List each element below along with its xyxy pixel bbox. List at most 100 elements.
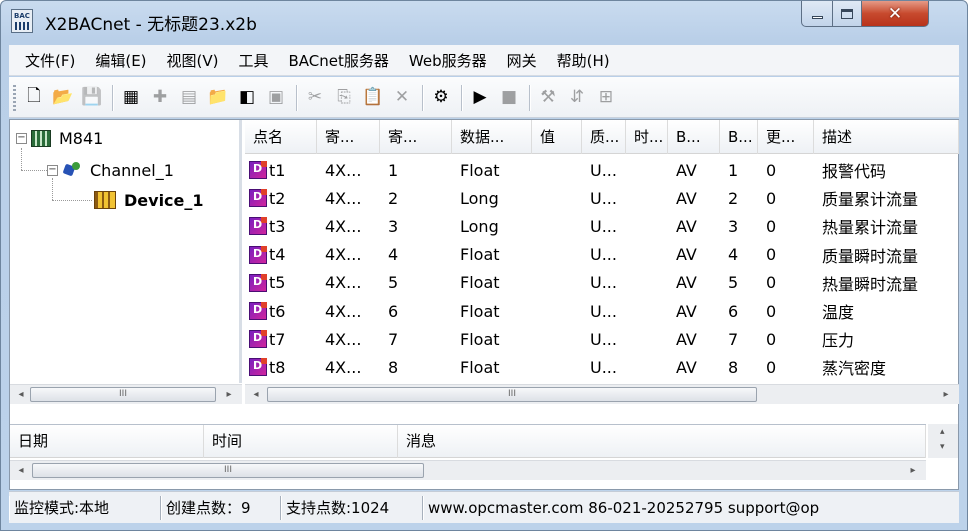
tree-horizontal-scrollbar[interactable]: ◂ III ▸ <box>10 384 242 404</box>
monitor-icon[interactable]: ⚙ <box>430 86 452 108</box>
scroll-right-icon[interactable]: ▸ <box>937 385 955 404</box>
scroll-thumb[interactable]: III <box>32 463 424 478</box>
add-device-icon[interactable]: ▦ <box>120 86 142 108</box>
open-folder-icon[interactable]: 📂 <box>52 86 74 108</box>
column-header[interactable]: 寄... <box>317 120 380 154</box>
toolbar: 🗋 📂 💾 ▦ ✚ ▤ 📁 ◧ ▣ ✂ ⎘ 📋 ✕ ⚙ ▶ ■ ⚒ ⇵ ⊞ <box>9 77 959 118</box>
run-icon[interactable]: ▶ <box>469 86 491 108</box>
menu-item[interactable]: 帮助(H) <box>547 50 620 71</box>
status-contact: www.opcmaster.com 86-021-20252795 suppor… <box>423 495 953 520</box>
log-vertical-scrollbar[interactable]: ▴ ▾ <box>928 424 958 458</box>
copy-icon[interactable]: ⎘ <box>333 86 355 108</box>
table-cell: 热量瞬时流量 <box>822 274 919 294</box>
scroll-up-icon[interactable]: ▴ <box>940 427 945 437</box>
table-row[interactable]: t7 4X... 7 Float U... AV 7 0 压力 <box>245 325 959 353</box>
table-cell: 0 <box>766 273 777 293</box>
collapse-icon[interactable]: − <box>16 132 27 144</box>
scroll-down-icon[interactable]: ▾ <box>940 442 945 452</box>
table-cell: U... <box>590 357 617 377</box>
save-icon[interactable]: 💾 <box>81 86 103 108</box>
tools-icon[interactable]: ⚒ <box>537 86 559 108</box>
cut-icon[interactable]: ✂ <box>304 86 326 108</box>
delete-icon[interactable]: ✕ <box>391 86 413 108</box>
title-bar[interactable]: BAC X2BACnet - 无标题23.x2b ✕ <box>1 1 967 43</box>
log-column-header[interactable]: 消息 <box>398 425 926 458</box>
add-point-icon[interactable]: ◧ <box>236 86 258 108</box>
minimize-button[interactable] <box>801 1 833 27</box>
menu-item[interactable]: 视图(V) <box>157 50 229 71</box>
column-header[interactable]: 值 <box>532 120 582 154</box>
table-cell: 0 <box>766 357 777 377</box>
column-header[interactable]: 点名 <box>245 120 317 154</box>
column-header[interactable]: B... <box>668 120 720 154</box>
menu-item[interactable]: 编辑(E) <box>85 50 156 71</box>
table-cell: 4X... <box>325 301 362 321</box>
table-cell: AV <box>676 245 697 265</box>
toolbar-separator <box>296 85 297 111</box>
table-row[interactable]: t6 4X... 6 Float U... AV 6 0 温度 <box>245 297 959 325</box>
table-row[interactable]: t4 4X... 4 Float U... AV 4 0 质量瞬时流量 <box>245 241 959 269</box>
maximize-button[interactable] <box>832 1 862 27</box>
point-name: t1 <box>269 160 286 180</box>
tree-line <box>21 170 47 171</box>
menu-item[interactable]: 网关 <box>497 50 547 71</box>
menu-item[interactable]: Web服务器 <box>399 50 497 71</box>
table-row[interactable]: t3 4X... 3 Long U... AV 3 0 热量累计流量 <box>245 212 959 240</box>
new-folder-icon[interactable]: 📁 <box>207 86 229 108</box>
table-cell: 4X... <box>325 357 362 377</box>
add-channel-icon[interactable]: ✚ <box>149 86 171 108</box>
table-cell: Float <box>460 357 500 377</box>
table-row[interactable]: t5 4X... 5 Float U... AV 5 0 热量瞬时流量 <box>245 269 959 297</box>
collapse-icon[interactable]: − <box>47 164 58 176</box>
menu-item[interactable]: 工具 <box>229 50 279 71</box>
channel-icon <box>62 161 82 179</box>
scroll-left-icon[interactable]: ◂ <box>12 461 30 480</box>
table-cell: 8 <box>728 357 739 377</box>
menu-item[interactable]: 文件(F) <box>15 50 85 71</box>
column-header[interactable]: 数据... <box>452 120 532 154</box>
tree-node-channel[interactable]: − Channel_1 <box>47 158 174 182</box>
scroll-left-icon[interactable]: ◂ <box>247 385 265 404</box>
log-column-header[interactable]: 时间 <box>204 425 398 458</box>
controller-icon <box>31 129 51 147</box>
stop-icon[interactable]: ■ <box>498 86 520 108</box>
column-header[interactable]: 寄... <box>380 120 452 154</box>
table-body: t1 4X... 1 Float U... AV 1 0 报警代码 t2 4X... 2 Long U..… <box>245 156 959 382</box>
table-cell: t1 <box>245 161 317 180</box>
table-cell: 热量累计流量 <box>822 218 919 238</box>
scroll-thumb[interactable]: III <box>267 387 757 402</box>
table-cell: 4X... <box>325 329 362 349</box>
toolbar-grip[interactable] <box>13 85 16 111</box>
device-list-icon[interactable]: ▤ <box>178 86 200 108</box>
menu-item[interactable]: BACnet服务器 <box>279 50 399 71</box>
tree-node-root[interactable]: − M841 <box>16 126 103 150</box>
app-icon[interactable]: BAC <box>11 9 33 33</box>
log-column-header[interactable]: 日期 <box>10 425 204 458</box>
point-icon <box>249 245 267 264</box>
close-button[interactable]: ✕ <box>861 1 929 27</box>
column-header[interactable]: 时... <box>626 120 668 154</box>
load-icon[interactable]: ⇵ <box>566 86 588 108</box>
properties-icon[interactable]: ▣ <box>265 86 287 108</box>
column-header[interactable]: B... <box>720 120 758 154</box>
table-row[interactable]: t2 4X... 2 Long U... AV 2 0 质量累计流量 <box>245 184 959 212</box>
table-cell: 质量瞬时流量 <box>822 246 919 266</box>
table-horizontal-scrollbar[interactable]: ◂ III ▸ <box>245 384 959 404</box>
scroll-thumb[interactable]: III <box>30 387 216 402</box>
network-icon[interactable]: ⊞ <box>595 86 617 108</box>
column-header[interactable]: 更... <box>758 120 814 154</box>
table-cell: 4X... <box>325 245 362 265</box>
new-file-icon[interactable]: 🗋 <box>23 86 45 108</box>
scroll-right-icon[interactable]: ▸ <box>220 385 238 404</box>
column-header[interactable]: 质... <box>582 120 626 154</box>
scroll-right-icon[interactable]: ▸ <box>904 461 922 480</box>
log-horizontal-scrollbar[interactable]: ◂ III ▸ <box>10 460 926 480</box>
table-row[interactable]: t1 4X... 1 Float U... AV 1 0 报警代码 <box>245 156 959 184</box>
paste-icon[interactable]: 📋 <box>362 86 384 108</box>
table-row[interactable]: t8 4X... 8 Float U... AV 8 0 蒸汽密度 <box>245 353 959 381</box>
status-mode: 监控模式:本地 <box>9 495 161 520</box>
table-cell: 3 <box>388 216 399 236</box>
scroll-left-icon[interactable]: ◂ <box>12 385 30 404</box>
tree-node-device[interactable]: Device_1 <box>94 188 204 212</box>
column-header[interactable]: 描述 <box>814 120 959 154</box>
